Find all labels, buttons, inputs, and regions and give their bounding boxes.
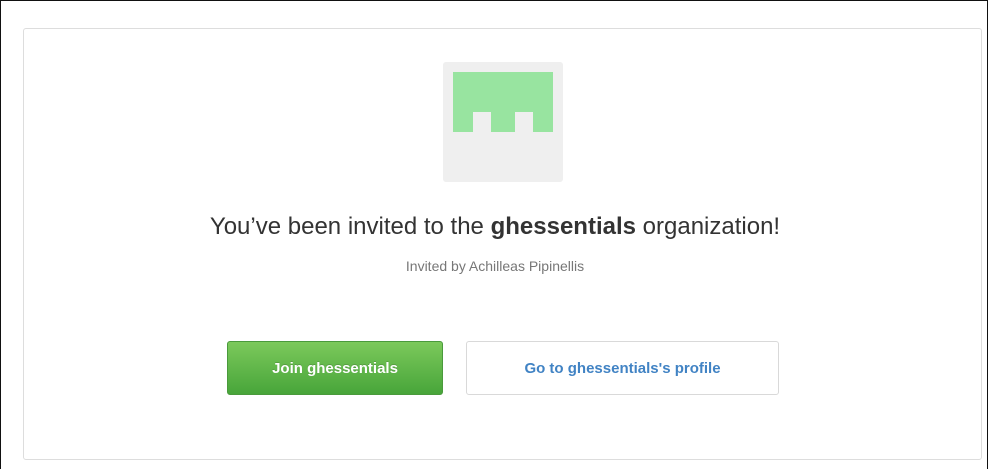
headline-suffix: organization! xyxy=(635,213,781,240)
headline-prefix: You’ve been invited to the xyxy=(209,213,491,240)
organization-avatar xyxy=(443,62,563,182)
invitation-headline: You’ve been invited to the ghessentials … xyxy=(0,210,990,244)
join-organization-button[interactable]: Join ghessentials xyxy=(227,341,443,395)
identicon-icon xyxy=(453,72,553,132)
view-profile-button[interactable]: Go to ghessentials's profile xyxy=(466,341,779,395)
invited-by-text: Invited by Achilleas Pipinellis xyxy=(405,258,585,274)
organization-name: ghessentials xyxy=(490,213,636,240)
